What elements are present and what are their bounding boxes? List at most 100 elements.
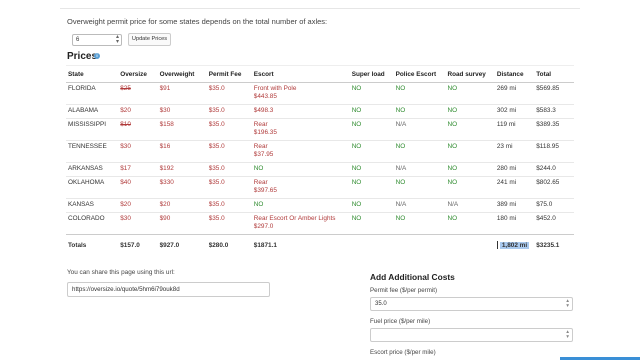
state-cell-text: KANSAS	[68, 201, 94, 208]
road-survey-cell-text: N/A	[447, 201, 459, 208]
total-cell-text: $583.3	[536, 107, 556, 114]
permit-fee-cell: $35.0	[206, 176, 252, 199]
totals-escort-text: $1871.1	[253, 241, 277, 249]
super-load-cell-text: NO	[351, 107, 362, 114]
column-header: Permit Fee	[206, 65, 252, 83]
permit-fee-cell: $35.0	[206, 198, 252, 213]
road-survey-cell-text: NO	[447, 121, 458, 128]
permit-fee-cell: $35.0	[206, 82, 252, 105]
total-cell-text: $244.0	[536, 165, 556, 172]
totals-super-load	[349, 234, 394, 256]
column-header: Oversize	[118, 65, 158, 83]
oversize-cell: $20	[118, 198, 158, 213]
police-escort-cell: NO	[393, 140, 446, 163]
distance-cell-text: 269 mi	[496, 85, 517, 92]
permit-fee-cell: $35.0	[206, 162, 252, 177]
police-escort-cell: NO	[393, 104, 446, 119]
escort-cell: Front with Pole $443.85	[251, 82, 350, 105]
fuel-price-input[interactable]: ▴ ▾	[370, 328, 573, 342]
distance-cell-text: 180 mi	[496, 215, 517, 222]
road-survey-cell: NO	[445, 162, 495, 177]
escort-line: NO	[253, 165, 264, 172]
police-escort-cell: N/A	[393, 118, 446, 141]
oversize-cell: $20	[118, 104, 158, 119]
distance-cell: 23 mi	[494, 140, 535, 163]
column-header: Total	[534, 65, 574, 83]
permit-fee-cell: $35.0	[206, 140, 252, 163]
table-header-row: State Oversize Overweight Permit Fee Escort S…	[66, 65, 574, 83]
distance-cell-text: 389 mi	[496, 201, 517, 208]
super-load-cell-text: NO	[351, 165, 362, 172]
escort-line: $297.0	[253, 223, 274, 230]
totals-label-text: Totals	[68, 241, 87, 249]
super-load-cell-text: NO	[351, 85, 362, 92]
distance-cell: 180 mi	[494, 212, 535, 235]
police-escort-cell: NO	[393, 212, 446, 235]
total-cell: $118.95	[534, 140, 574, 163]
state-cell-text: COLORADO	[68, 215, 105, 222]
overweight-cell: $16	[157, 140, 207, 163]
state-cell-text: OKLAHOMA	[68, 179, 105, 186]
axle-count-value: 6	[76, 37, 80, 43]
overweight-cell: $192	[157, 162, 207, 177]
escort-cell: Rear $37.95	[251, 140, 350, 163]
totals-distance[interactable]: 1,802 mi	[494, 234, 535, 256]
super-load-cell: NO	[349, 82, 394, 105]
spinner-icon[interactable]: ▴ ▾	[566, 329, 569, 340]
top-divider	[60, 8, 580, 9]
axle-count-select[interactable]: 6 ▴ ▾	[72, 34, 122, 46]
police-escort-cell: N/A	[393, 162, 446, 177]
permit-fee-cell-text: $35.0	[208, 165, 225, 172]
intro-text: Overweight permit price for some states …	[67, 17, 328, 26]
totals-oversize-text: $157.0	[120, 241, 140, 249]
police-escort-cell-text: NO	[395, 107, 406, 114]
spinner-icon[interactable]: ▴ ▾	[566, 298, 569, 309]
police-escort-cell-text: NO	[395, 179, 406, 186]
total-cell: $583.3	[534, 104, 574, 119]
total-cell: $244.0	[534, 162, 574, 177]
oversize-cell-text: $40	[120, 179, 131, 186]
permit-fee-input[interactable]: 35.0 ▴ ▾	[370, 297, 573, 311]
table-row: KANSAS $20 $20 $35.0 NO NO N/A N/A 389 mi $75.0	[66, 198, 574, 213]
police-escort-cell: N/A	[393, 198, 446, 213]
total-cell-text: $569.85	[536, 85, 560, 92]
state-cell-text: TENNESSEE	[68, 143, 107, 150]
super-load-cell-text: NO	[351, 215, 362, 222]
distance-cell-text: 280 mi	[496, 165, 517, 172]
state-cell: ARKANSAS	[66, 162, 119, 177]
state-cell: MISSISSIPPI	[66, 118, 119, 141]
super-load-cell: NO	[349, 162, 394, 177]
escort-line: $397.65	[253, 187, 277, 194]
oversize-cell: $30	[118, 140, 158, 163]
totals-total: $3235.1	[534, 234, 574, 256]
totals-total-text: $3235.1	[536, 241, 560, 249]
distance-cell: 241 mi	[494, 176, 535, 199]
distance-cell: 119 mi	[494, 118, 535, 141]
escort-line: Rear	[253, 179, 268, 186]
super-load-cell-text: NO	[351, 179, 362, 186]
super-load-cell-text: NO	[351, 143, 362, 150]
distance-cell-text: 302 mi	[496, 107, 517, 114]
escort-line: Rear	[253, 143, 268, 150]
column-header: Super load	[349, 65, 394, 83]
update-prices-button[interactable]: Update Prices	[128, 33, 171, 46]
oversize-cell-text: $10	[120, 121, 131, 128]
prices-heading: Prices	[67, 51, 98, 62]
total-cell: $75.0	[534, 198, 574, 213]
permit-fee-cell-text: $35.0	[208, 215, 225, 222]
info-circle-icon[interactable]: i	[94, 53, 100, 59]
permit-fee-cell-text: $35.0	[208, 179, 225, 186]
escort-line: Rear Escort Or Amber Lights	[253, 215, 336, 222]
escort-line: $498.3	[253, 107, 274, 114]
column-header: Police Escort	[393, 65, 446, 83]
road-survey-cell-text: NO	[447, 215, 458, 222]
share-label: You can share this page using this url:	[67, 269, 175, 276]
prices-table: State Oversize Overweight Permit Fee Escort S…	[66, 65, 574, 256]
share-url-input[interactable]	[67, 282, 270, 297]
distance-cell-text: 23 mi	[496, 143, 513, 150]
table-row: ARKANSAS $17 $192 $35.0 NO NO N/A NO 280 mi $244.…	[66, 162, 574, 177]
table-row: TENNESSEE $30 $16 $35.0 Rear $37.95 NO NO NO 23 m…	[66, 140, 574, 163]
road-survey-cell: NO	[445, 104, 495, 119]
overweight-cell-text: $30	[159, 107, 171, 114]
overweight-cell-text: $20	[159, 201, 171, 208]
